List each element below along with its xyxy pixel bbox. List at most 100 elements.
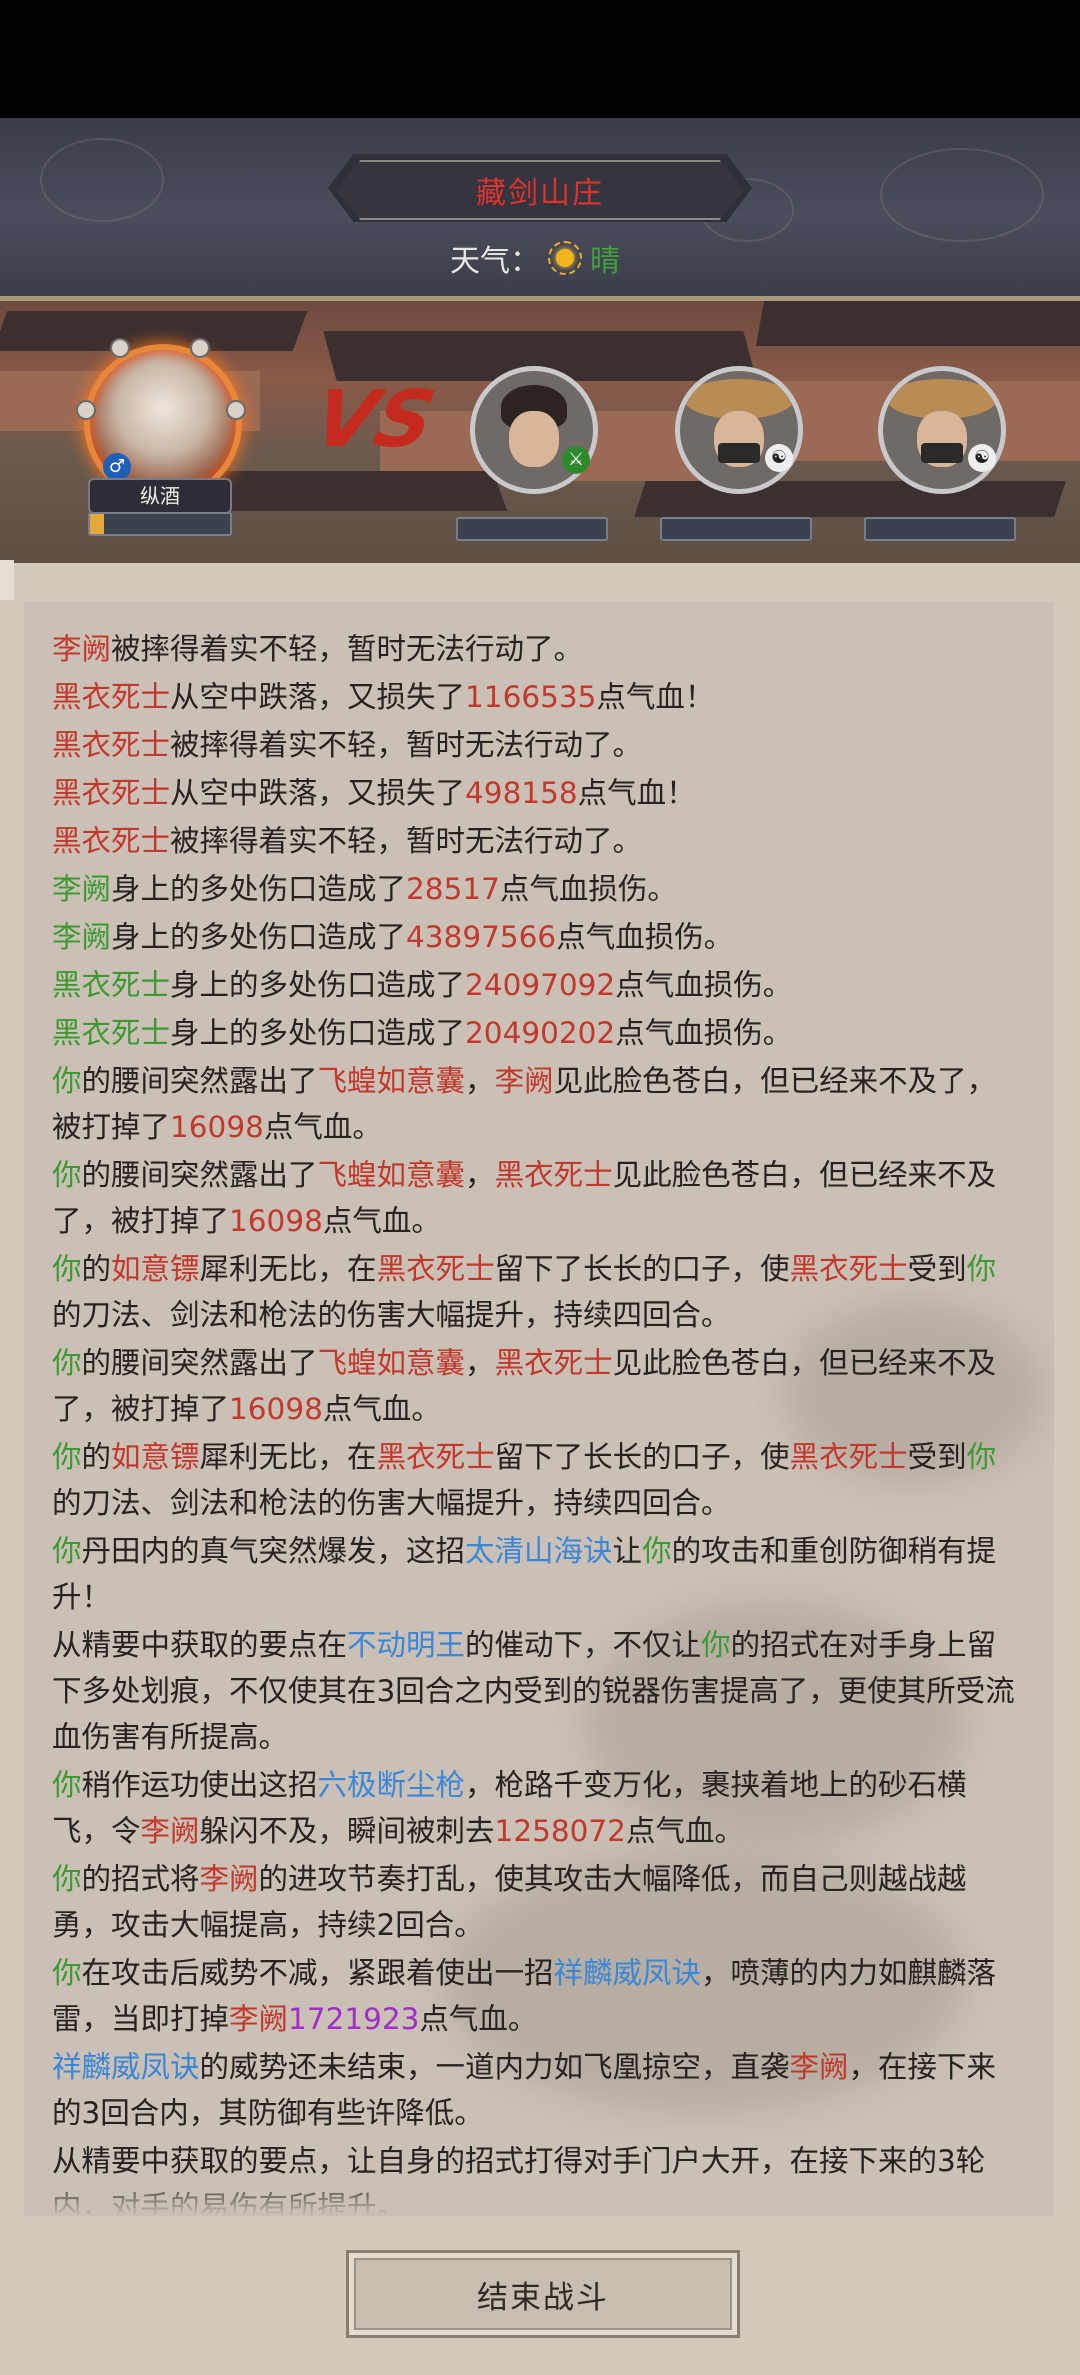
log-entry: 黑衣死士身上的多处伤口造成了24097092点气血损伤。	[52, 962, 1022, 1008]
log-segment: 你	[642, 1534, 672, 1568]
log-segment: 在攻击后威势不减，紧跟着使出一招	[81, 1956, 554, 1990]
log-segment: 你	[52, 1768, 82, 1802]
log-segment: 的	[81, 1252, 112, 1286]
log-segment: 黑衣死士	[494, 1158, 613, 1192]
log-segment: 1166535	[465, 680, 597, 714]
log-segment: 李阙	[52, 872, 112, 906]
log-segment: 你	[966, 1252, 997, 1286]
log-segment: 黑衣死士	[52, 776, 171, 810]
log-segment: 黑衣死士	[789, 1252, 908, 1286]
log-segment: 点气血。	[263, 1110, 382, 1144]
log-segment: 20490202	[465, 1016, 616, 1050]
log-segment: 太清山海诀	[465, 1534, 613, 1568]
log-segment: ，	[465, 1064, 495, 1098]
log-segment: 犀利无比，在	[199, 1440, 377, 1474]
log-entry: 你的腰间突然露出了飞蝗如意囊，黑衣死士见此脸色苍白，但已经来不及了，被打掉了16…	[52, 1340, 1022, 1432]
log-entry: 黑衣死士从空中跌落，又损失了498158点气血！	[52, 770, 1022, 816]
battle-log: 李阙被摔得着实不轻，暂时无法行动了。 黑衣死士从空中跌落，又损失了1166535点…	[52, 626, 1022, 2216]
log-segment: 黑衣死士	[52, 1016, 171, 1050]
battle-log-panel[interactable]: 李阙被摔得着实不轻，暂时无法行动了。 黑衣死士从空中跌落，又损失了1166535点…	[24, 602, 1054, 2216]
log-segment: 43897566	[406, 920, 557, 954]
log-entry: 从精要中获取的要点在不动明王的催动下，不仅让你的招式在对手身上留下多处划痕，不仅…	[52, 1622, 1022, 1760]
log-segment: 点气血损伤。	[615, 1016, 793, 1050]
log-segment: 的腰间突然露出了	[81, 1158, 318, 1192]
log-segment: 你	[52, 1252, 82, 1286]
log-segment: 黑衣死士	[789, 1440, 908, 1474]
log-segment: 点气血。	[625, 1814, 744, 1848]
location-title: 藏剑山庄	[336, 160, 744, 220]
log-segment: 的刀法、剑法和枪法的伤害大幅提升，持续四回合。	[52, 1298, 731, 1332]
log-segment: 李阙	[140, 1814, 200, 1848]
log-segment: 李阙	[789, 2050, 849, 2084]
log-segment: 犀利无比，在	[199, 1252, 377, 1286]
log-segment: 被摔得着实不轻，暂时无法行动了。	[111, 632, 584, 666]
log-segment: 黑衣死士	[376, 1440, 495, 1474]
log-segment: 丹田内的真气突然爆发，这招	[81, 1534, 466, 1568]
enemy-avatar-2[interactable]	[675, 366, 803, 494]
enemy-avatar-3[interactable]	[878, 366, 1006, 494]
log-segment: 你	[52, 1956, 82, 1990]
log-segment: 从精要中获取的要点在	[52, 1628, 348, 1662]
log-segment: 让	[612, 1534, 643, 1568]
log-entry: 李阙身上的多处伤口造成了43897566点气血损伤。	[52, 914, 1022, 960]
log-entry: 你在攻击后威势不减，紧跟着使出一招祥麟威凤诀，喷薄的内力如麒麟落雷，当即打掉李阙…	[52, 1950, 1022, 2042]
log-segment: 身上的多处伤口造成了	[170, 1016, 466, 1050]
log-segment: 16098	[170, 1110, 264, 1144]
log-entry: 黑衣死士被摔得着实不轻，暂时无法行动了。	[52, 722, 1022, 768]
log-segment: 身上的多处伤口造成了	[111, 920, 407, 954]
log-entry: 你的腰间突然露出了飞蝗如意囊，黑衣死士见此脸色苍白，但已经来不及了，被打掉了16…	[52, 1152, 1022, 1244]
log-segment: 点气血。	[322, 1204, 441, 1238]
log-segment: 从空中跌落，又损失了	[170, 680, 466, 714]
log-entry: 黑衣死士从空中跌落，又损失了1166535点气血！	[52, 674, 1022, 720]
log-fade	[24, 2176, 1054, 2216]
enemy-avatar-1[interactable]	[470, 366, 598, 494]
weather-row: 天气： 晴	[450, 236, 620, 280]
log-entry: 李阙身上的多处伤口造成了28517点气血损伤。	[52, 866, 1022, 912]
log-segment: 你	[52, 1346, 82, 1380]
log-segment: ，	[465, 1158, 495, 1192]
log-segment: ，	[465, 1346, 495, 1380]
log-segment: 飞蝗如意囊	[317, 1158, 466, 1192]
log-segment: 你	[701, 1628, 731, 1662]
side-tab	[0, 560, 14, 600]
log-segment: 点气血。	[419, 2002, 538, 2036]
log-segment: 点气血。	[322, 1392, 441, 1426]
log-segment: 点气血！	[577, 776, 696, 810]
log-segment: 黑衣死士	[494, 1346, 613, 1380]
log-segment: 你	[52, 1440, 82, 1474]
log-segment: 黑衣死士	[52, 824, 171, 858]
log-segment: 黑衣死士	[52, 968, 171, 1002]
log-segment: 受到	[907, 1440, 967, 1474]
sword-icon: ⚔	[562, 446, 590, 474]
log-segment: 你	[966, 1440, 997, 1474]
log-entry: 李阙被摔得着实不轻，暂时无法行动了。	[52, 626, 1022, 672]
log-segment: 飞蝗如意囊	[317, 1346, 466, 1380]
log-entry: 你的如意镖犀利无比，在黑衣死士留下了长长的口子，使黑衣死士受到你的刀法、剑法和枪…	[52, 1434, 1022, 1526]
log-segment: 不动明王	[347, 1628, 466, 1662]
log-segment: 李阙	[52, 920, 112, 954]
sun-icon	[548, 241, 582, 275]
log-segment: 李阙	[494, 1064, 554, 1098]
log-segment: 黑衣死士	[52, 728, 171, 762]
log-segment: 身上的多处伤口造成了	[170, 968, 466, 1002]
log-entry: 祥麟威凤诀的威势还未结束，一道内力如飞凰掠空，直袭李阙，在接下来的3回合内，其防…	[52, 2044, 1022, 2136]
weather-value: 晴	[590, 244, 620, 279]
log-segment: 的腰间突然露出了	[81, 1346, 318, 1380]
log-segment: 的腰间突然露出了	[81, 1064, 318, 1098]
log-segment: 被摔得着实不轻，暂时无法行动了。	[170, 728, 643, 762]
log-segment: 黑衣死士	[52, 680, 171, 714]
status-bar	[0, 0, 1080, 118]
log-segment: 身上的多处伤口造成了	[111, 872, 407, 906]
log-segment: 16098	[229, 1392, 323, 1426]
end-battle-button[interactable]: 结束战斗	[346, 2250, 740, 2338]
yin-yang-icon: ☯	[968, 444, 996, 472]
enemy-1-health-bar	[456, 517, 608, 541]
log-segment: 如意镖	[111, 1440, 200, 1474]
log-entry: 你丹田内的真气突然爆发，这招太清山海诀让你的攻击和重创防御稍有提升！	[52, 1528, 1022, 1620]
enemy-2-health-bar	[660, 517, 812, 541]
vs-label: VS	[306, 375, 443, 465]
log-segment: 稍作运功使出这招	[81, 1768, 318, 1802]
log-segment: 的招式将	[81, 1862, 200, 1896]
log-segment: 祥麟威凤诀	[553, 1956, 702, 1990]
log-segment: 李阙	[229, 2002, 289, 2036]
